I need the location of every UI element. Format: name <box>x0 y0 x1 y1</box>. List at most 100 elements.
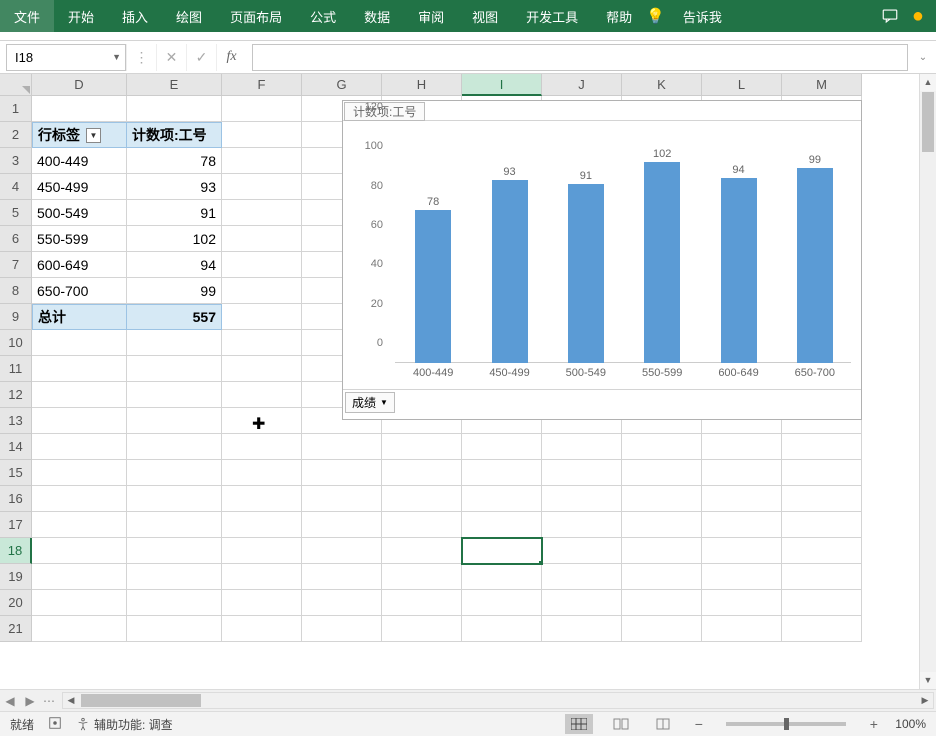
ribbon-tab-7[interactable]: 审阅 <box>404 0 458 32</box>
cell-E17[interactable] <box>127 512 222 538</box>
cell-K20[interactable] <box>622 590 702 616</box>
cell-D21[interactable] <box>32 616 127 642</box>
cell-G17[interactable] <box>302 512 382 538</box>
chart-bar[interactable] <box>492 180 528 363</box>
cell-G19[interactable] <box>302 564 382 590</box>
pivot-filter-icon[interactable]: ▼ <box>86 128 101 143</box>
cell-D15[interactable] <box>32 460 127 486</box>
chart-bar[interactable] <box>568 184 604 363</box>
cell-F10[interactable] <box>222 330 302 356</box>
cell-L18[interactable] <box>702 538 782 564</box>
cell-K15[interactable] <box>622 460 702 486</box>
cell-H19[interactable] <box>382 564 462 590</box>
cell-F11[interactable] <box>222 356 302 382</box>
cell-E4[interactable]: 93 <box>127 174 222 200</box>
cell-F19[interactable] <box>222 564 302 590</box>
cell-M20[interactable] <box>782 590 862 616</box>
col-header-L[interactable]: L <box>702 74 782 96</box>
cell-M15[interactable] <box>782 460 862 486</box>
sheet-nav[interactable]: ◀▶ <box>0 694 40 708</box>
fx-icon[interactable]: fx <box>216 44 246 71</box>
cell-E11[interactable] <box>127 356 222 382</box>
row-header-4[interactable]: 4 <box>0 174 32 200</box>
hscroll-thumb[interactable] <box>81 694 201 707</box>
cell-M17[interactable] <box>782 512 862 538</box>
cell-E5[interactable]: 91 <box>127 200 222 226</box>
cell-F13[interactable] <box>222 408 302 434</box>
expand-formula-icon[interactable]: ⌄ <box>912 52 934 63</box>
cell-H17[interactable] <box>382 512 462 538</box>
cell-D2[interactable]: 行标签▼ <box>32 122 127 148</box>
row-header-6[interactable]: 6 <box>0 226 32 252</box>
cell-D8[interactable]: 650-700 <box>32 278 127 304</box>
sheet-area[interactable]: DEFGHIJKLM 12345678910111213141516171819… <box>0 74 936 689</box>
cell-M18[interactable] <box>782 538 862 564</box>
ribbon-tab-1[interactable]: 开始 <box>54 0 108 32</box>
chart-bar[interactable] <box>797 168 833 363</box>
view-normal-icon[interactable] <box>565 714 593 734</box>
cell-E2[interactable]: 计数项:工号 <box>127 122 222 148</box>
row-header-7[interactable]: 7 <box>0 252 32 278</box>
cell-G14[interactable] <box>302 434 382 460</box>
sheet-tabs-more[interactable]: ⋯ <box>40 694 60 708</box>
chart-bar[interactable] <box>644 162 680 363</box>
cell-D9[interactable]: 总计 <box>32 304 127 330</box>
cell-J14[interactable] <box>542 434 622 460</box>
cell-E19[interactable] <box>127 564 222 590</box>
dots-icon[interactable]: ⋮ <box>126 44 156 71</box>
row-header-10[interactable]: 10 <box>0 330 32 356</box>
cell-F18[interactable] <box>222 538 302 564</box>
vertical-scrollbar[interactable]: ▲ ▼ <box>919 74 936 689</box>
row-header-14[interactable]: 14 <box>0 434 32 460</box>
cell-D5[interactable]: 500-549 <box>32 200 127 226</box>
col-header-E[interactable]: E <box>127 74 222 96</box>
comment-icon[interactable] <box>874 7 906 25</box>
cell-E1[interactable] <box>127 96 222 122</box>
cell-E7[interactable]: 94 <box>127 252 222 278</box>
cell-E20[interactable] <box>127 590 222 616</box>
cell-E18[interactable] <box>127 538 222 564</box>
cell-D7[interactable]: 600-649 <box>32 252 127 278</box>
ribbon-tab-4[interactable]: 页面布局 <box>216 0 296 32</box>
view-page-break-icon[interactable] <box>649 714 677 734</box>
cell-F7[interactable] <box>222 252 302 278</box>
cell-D16[interactable] <box>32 486 127 512</box>
cell-I19[interactable] <box>462 564 542 590</box>
row-header-8[interactable]: 8 <box>0 278 32 304</box>
ribbon-tab-10[interactable]: 帮助 <box>592 0 646 32</box>
cell-G16[interactable] <box>302 486 382 512</box>
cell-F4[interactable] <box>222 174 302 200</box>
chart-bar[interactable] <box>721 178 757 363</box>
cell-D1[interactable] <box>32 96 127 122</box>
cell-E16[interactable] <box>127 486 222 512</box>
pivot-chart[interactable]: 计数项:工号 020406080100120 7893911029499 400… <box>342 100 862 420</box>
col-header-H[interactable]: H <box>382 74 462 96</box>
chevron-down-icon[interactable]: ▼ <box>112 52 121 62</box>
view-page-layout-icon[interactable] <box>607 714 635 734</box>
cell-J21[interactable] <box>542 616 622 642</box>
cell-F12[interactable] <box>222 382 302 408</box>
cell-E9[interactable]: 557 <box>127 304 222 330</box>
cell-E12[interactable] <box>127 382 222 408</box>
horizontal-scrollbar[interactable]: ◀ ▶ <box>62 692 934 709</box>
cell-D11[interactable] <box>32 356 127 382</box>
cell-H15[interactable] <box>382 460 462 486</box>
col-header-F[interactable]: F <box>222 74 302 96</box>
cell-G18[interactable] <box>302 538 382 564</box>
cell-H16[interactable] <box>382 486 462 512</box>
cell-D6[interactable]: 550-599 <box>32 226 127 252</box>
cell-F14[interactable] <box>222 434 302 460</box>
col-header-J[interactable]: J <box>542 74 622 96</box>
cell-J20[interactable] <box>542 590 622 616</box>
cell-F2[interactable] <box>222 122 302 148</box>
cell-F16[interactable] <box>222 486 302 512</box>
cell-I16[interactable] <box>462 486 542 512</box>
ribbon-tab-2[interactable]: 插入 <box>108 0 162 32</box>
cell-D14[interactable] <box>32 434 127 460</box>
cell-E13[interactable] <box>127 408 222 434</box>
col-header-M[interactable]: M <box>782 74 862 96</box>
cell-D4[interactable]: 450-499 <box>32 174 127 200</box>
cell-I20[interactable] <box>462 590 542 616</box>
row-header-11[interactable]: 11 <box>0 356 32 382</box>
cell-K21[interactable] <box>622 616 702 642</box>
